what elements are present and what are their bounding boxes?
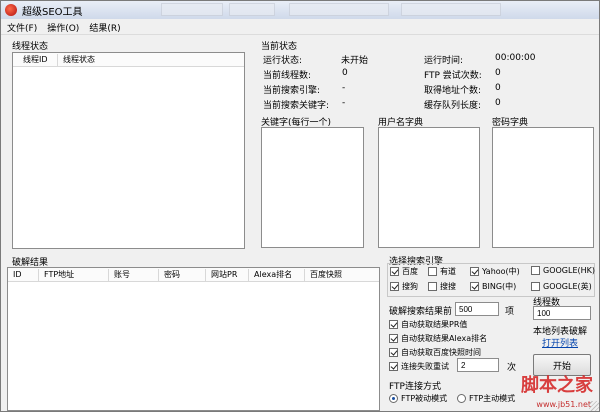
menu-operation[interactable]: 操作(O) [43, 21, 83, 34]
col-ftp-address[interactable]: FTP地址 [44, 269, 74, 280]
crack-first-unit: 项 [505, 307, 515, 317]
title-bar[interactable]: 超级SEO工具 [1, 1, 599, 19]
status-ftp-tries-label: FTP 尝试次数: [424, 71, 482, 81]
crack-first-label: 破解搜索结果前 [389, 307, 453, 317]
results-header: ID FTP地址 账号 密码 网站PR Alexa排名 百度快照 [8, 268, 379, 282]
col-baidu-snapshot[interactable]: 百度快照 [310, 269, 342, 280]
engine-google-hk-checkbox[interactable]: GOOGLE(HK) [531, 266, 595, 275]
status-run-label: 运行状态: [263, 56, 303, 66]
col-thread-id[interactable]: 线程ID [23, 54, 48, 65]
retry-checkbox[interactable]: 连接失败重试 [389, 361, 449, 372]
app-logo-icon [5, 4, 17, 16]
retry-input[interactable] [457, 358, 499, 372]
auto-snapshot-checkbox[interactable]: 自动获取百度快照时间 [389, 347, 481, 358]
checkbox-icon [531, 266, 540, 275]
status-time-label: 运行时间: [424, 56, 464, 66]
thread-status-list[interactable]: 线程ID 线程状态 [12, 52, 245, 249]
checkbox-icon [470, 267, 479, 276]
ftp-active-radio[interactable]: FTP主动模式 [457, 393, 515, 404]
crack-first-input[interactable] [455, 302, 499, 316]
status-engine-value: - [342, 83, 346, 93]
engine-sogou-checkbox[interactable]: 搜狗 [390, 281, 418, 292]
status-engine-label: 当前搜索引擎: [263, 86, 321, 96]
checkbox-icon [470, 282, 479, 291]
col-thread-state[interactable]: 线程状态 [63, 54, 95, 65]
engine-soso-checkbox[interactable]: 搜搜 [428, 281, 456, 292]
checkbox-icon [428, 282, 437, 291]
engine-baidu-checkbox[interactable]: 百度 [390, 266, 418, 277]
status-ftp-tries-value: 0 [495, 68, 501, 78]
open-list-link[interactable]: 打开列表 [542, 336, 578, 349]
radio-icon [389, 394, 398, 403]
auto-alexa-checkbox[interactable]: 自动获取结果Alexa排名 [389, 333, 487, 344]
keywords-textarea[interactable] [261, 127, 364, 248]
col-account[interactable]: 账号 [114, 269, 130, 280]
checkbox-icon [390, 267, 399, 276]
checkbox-icon [531, 282, 540, 291]
radio-icon [457, 394, 466, 403]
thread-status-title: 线程状态 [12, 42, 49, 52]
main-window: 超级SEO工具 文件(F) 操作(O) 结果(R) 线程状态 线程ID 线程状态… [0, 0, 600, 412]
ghost-toolbar-option [289, 3, 389, 16]
menu-result[interactable]: 结果(R) [85, 21, 124, 34]
resize-grip-icon[interactable] [589, 401, 599, 411]
status-time-value: 00:00:00 [495, 53, 536, 63]
usernames-textarea[interactable] [378, 127, 480, 248]
checkbox-icon [389, 320, 398, 329]
engine-google-en-checkbox[interactable]: GOOGLE(英) [531, 281, 592, 292]
watermark-logo: 脚本之家 [521, 375, 593, 396]
retry-unit: 次 [507, 363, 517, 373]
status-addr-count-label: 取得地址个数: [424, 86, 482, 96]
checkbox-icon [390, 282, 399, 291]
menu-file[interactable]: 文件(F) [3, 21, 41, 34]
checkbox-icon [389, 362, 398, 371]
checkbox-icon [389, 348, 398, 357]
col-pr[interactable]: 网站PR [211, 269, 237, 280]
thread-status-header: 线程ID 线程状态 [13, 53, 244, 67]
ftp-passive-radio[interactable]: FTP被动模式 [389, 393, 447, 404]
status-keyword-value: - [342, 98, 346, 108]
ghost-toolbar-button [229, 3, 275, 16]
status-run-value: 未开始 [341, 56, 369, 66]
passwords-textarea[interactable] [492, 127, 594, 248]
status-queue-value: 0 [495, 98, 501, 108]
ghost-toolbar-option [401, 3, 501, 16]
col-password[interactable]: 密码 [164, 269, 180, 280]
checkbox-icon [389, 334, 398, 343]
col-alexa[interactable]: Alexa排名 [254, 269, 292, 280]
status-queue-label: 缓存队列长度: [424, 101, 482, 111]
status-threads-value: 0 [342, 68, 348, 78]
thread-count-input[interactable] [533, 306, 591, 320]
auto-pr-checkbox[interactable]: 自动获取结果PR值 [389, 319, 467, 330]
ghost-toolbar-field [161, 3, 223, 16]
window-title: 超级SEO工具 [22, 6, 83, 18]
status-keyword-label: 当前搜索关键字: [263, 101, 330, 111]
checkbox-icon [428, 267, 437, 276]
watermark-url: www.jb51.net [536, 400, 591, 409]
engine-youdao-checkbox[interactable]: 有道 [428, 266, 456, 277]
engine-yahoo-checkbox[interactable]: Yahoo(中) [470, 266, 520, 277]
results-table[interactable]: ID FTP地址 账号 密码 网站PR Alexa排名 百度快照 [7, 267, 380, 411]
current-status-title: 当前状态 [261, 42, 298, 52]
menu-bar: 文件(F) 操作(O) 结果(R) [1, 20, 599, 35]
col-id[interactable]: ID [13, 270, 22, 279]
status-addr-count-value: 0 [495, 83, 501, 93]
engine-bing-checkbox[interactable]: BING(中) [470, 281, 516, 292]
ftp-mode-title: FTP连接方式 [389, 382, 441, 392]
status-threads-label: 当前线程数: [263, 71, 312, 81]
